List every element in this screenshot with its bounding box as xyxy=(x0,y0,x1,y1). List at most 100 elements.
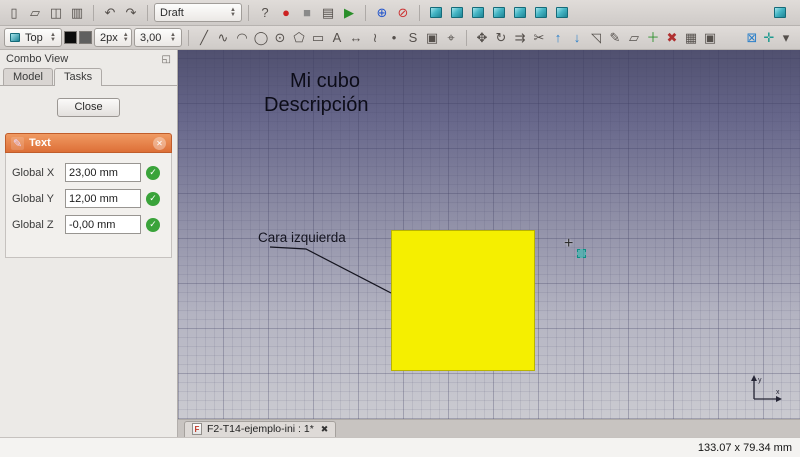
draft-upgrade-icon[interactable]: ↑ xyxy=(549,28,567,48)
draft-rotate-icon[interactable]: ↻ xyxy=(492,28,510,48)
file-icon-group: ▯▱◫▥ xyxy=(4,3,87,23)
view-isometric-icon[interactable] xyxy=(426,3,446,23)
draft-add-point-icon[interactable]: ＋ xyxy=(644,28,662,48)
zoom-fit-all-icon[interactable]: ⊕ xyxy=(372,3,392,23)
view-left-icon[interactable] xyxy=(552,3,572,23)
draft-trimex-icon[interactable]: ✂ xyxy=(530,28,548,48)
undo-redo-group: ↶↷ xyxy=(100,3,141,23)
view-right-icon[interactable] xyxy=(489,3,509,23)
macro-record-icon[interactable]: ● xyxy=(276,3,296,23)
axis-cross-icon: x y xyxy=(746,373,786,407)
draft-ellipse-icon[interactable]: ⊙ xyxy=(271,28,289,48)
view-front-icon[interactable] xyxy=(447,3,467,23)
global-y-row: Global Y ✓ xyxy=(12,189,165,208)
toolbar-separator xyxy=(147,5,148,21)
draft-draw-group: ╱∿◠◯⊙⬠▭A↔≀•S▣⌖ xyxy=(195,28,460,48)
close-task-button[interactable]: Close xyxy=(57,98,119,117)
spinner-arrows-icon[interactable]: ▲▼ xyxy=(170,33,176,43)
cube-face-object[interactable] xyxy=(391,230,535,371)
draft-label-icon[interactable]: ⌖ xyxy=(442,28,460,48)
3d-viewport[interactable]: Mi cubo Descripción Cara izquierda + x xyxy=(178,50,800,419)
face-color-swatch[interactable] xyxy=(79,31,92,44)
draft-rectangle-icon[interactable]: ▭ xyxy=(309,28,327,48)
view-rear-icon[interactable] xyxy=(510,3,530,23)
text-task-body: Global X ✓ Global Y ✓ Global Z ✓ xyxy=(5,153,172,258)
text-task-header[interactable]: ✎ Text ✕ xyxy=(5,133,172,153)
toolbar-separator xyxy=(188,30,189,46)
draft-point-icon[interactable]: • xyxy=(385,28,403,48)
line-width-selector[interactable]: 2px ▲▼ xyxy=(94,28,132,47)
snap-lock-icon[interactable]: ⊠ xyxy=(744,28,760,48)
text-size-value: 3,00 xyxy=(140,32,161,44)
draft-downgrade-icon[interactable]: ↓ xyxy=(568,28,586,48)
draft-text-task-icon: ✎ xyxy=(11,137,24,150)
working-plane-value: Top xyxy=(25,32,43,44)
snap-endpoint-icon[interactable]: ✛ xyxy=(761,28,777,48)
toolbar-separator xyxy=(466,30,467,46)
text-size-spinner[interactable]: 3,00 ▲▼ xyxy=(134,28,182,47)
draft-arc-icon[interactable]: ◠ xyxy=(233,28,251,48)
task-title: Text xyxy=(29,137,51,149)
draft-move-icon[interactable]: ✥ xyxy=(473,28,491,48)
scene-text-mi-cubo[interactable]: Mi cubo xyxy=(290,70,360,93)
draft-scale-icon[interactable]: ◹ xyxy=(587,28,605,48)
tab-tasks[interactable]: Tasks xyxy=(54,68,102,86)
open-document-icon[interactable]: ▱ xyxy=(25,3,45,23)
macro-icon-group: ?●■▤▶ xyxy=(255,3,359,23)
spinner-arrows-icon[interactable]: ▲▼ xyxy=(123,33,129,43)
dropdown-arrows-icon[interactable]: ▲▼ xyxy=(230,8,236,18)
draft-subelement-icon[interactable]: ▱ xyxy=(625,28,643,48)
macro-stop-icon[interactable]: ■ xyxy=(297,3,317,23)
draft-shapestring-icon[interactable]: S xyxy=(404,28,422,48)
valid-check-icon: ✓ xyxy=(146,166,160,180)
freecad-file-icon: F xyxy=(192,423,202,435)
draft-array-icon[interactable]: ▦ xyxy=(682,28,700,48)
global-x-row: Global X ✓ xyxy=(12,163,165,182)
draft-delete-point-icon[interactable]: ✖ xyxy=(663,28,681,48)
draft-dimension-icon[interactable]: ↔ xyxy=(347,28,365,48)
draft-wire-icon[interactable]: ∿ xyxy=(214,28,232,48)
draft-polygon-icon[interactable]: ⬠ xyxy=(290,28,308,48)
paste-icon[interactable]: ▥ xyxy=(67,3,87,23)
macro-execute-icon[interactable]: ▶ xyxy=(339,3,359,23)
document-tab-bar: F F2-T14-ejemplo-ini : 1* ✖ xyxy=(178,419,800,437)
draw-style-icon[interactable]: ⊘ xyxy=(393,3,413,23)
dropdown-arrows-icon[interactable]: ▲▼ xyxy=(50,33,56,43)
draft-clone-icon[interactable]: ▣ xyxy=(701,28,719,48)
whats-this-icon[interactable]: ? xyxy=(255,3,275,23)
macro-edit-icon[interactable]: ▤ xyxy=(318,3,338,23)
close-document-icon[interactable]: ✖ xyxy=(321,424,329,435)
global-z-input[interactable] xyxy=(65,215,141,234)
undo-icon[interactable]: ↶ xyxy=(100,3,120,23)
workbench-selector-value: Draft xyxy=(160,7,184,19)
workbench-selector[interactable]: Draft ▲▼ xyxy=(154,3,242,22)
redo-icon[interactable]: ↷ xyxy=(121,3,141,23)
float-panel-icon[interactable]: ◱ xyxy=(162,54,171,65)
tab-model[interactable]: Model xyxy=(3,68,53,86)
scene-annotation-cara-izquierda[interactable]: Cara izquierda xyxy=(258,230,346,245)
draft-offset-icon[interactable]: ⇉ xyxy=(511,28,529,48)
global-x-input[interactable] xyxy=(65,163,141,182)
global-z-row: Global Z ✓ xyxy=(12,215,165,234)
view-axonometric-icon[interactable] xyxy=(770,3,790,23)
document-tab[interactable]: F F2-T14-ejemplo-ini : 1* ✖ xyxy=(184,421,336,437)
global-y-input[interactable] xyxy=(65,189,141,208)
new-document-icon[interactable]: ▯ xyxy=(4,3,24,23)
task-collapse-icon[interactable]: ✕ xyxy=(153,137,166,150)
working-plane-selector[interactable]: Top ▲▼ xyxy=(4,28,62,47)
scene-text-descripcion[interactable]: Descripción xyxy=(264,94,368,117)
toolbar-separator xyxy=(248,5,249,21)
draft-facebinder-icon[interactable]: ▣ xyxy=(423,28,441,48)
draft-cursor: + xyxy=(564,236,573,252)
draft-edit-icon[interactable]: ✎ xyxy=(606,28,624,48)
draft-line-icon[interactable]: ╱ xyxy=(195,28,213,48)
grid-dimensions-readout: 133.07 x 79.34 mm xyxy=(698,442,792,454)
view-top-icon[interactable] xyxy=(468,3,488,23)
draft-circle-icon[interactable]: ◯ xyxy=(252,28,270,48)
line-color-swatch[interactable] xyxy=(64,31,77,44)
view-bottom-icon[interactable] xyxy=(531,3,551,23)
draft-text-icon[interactable]: A xyxy=(328,28,346,48)
draft-bspline-icon[interactable]: ≀ xyxy=(366,28,384,48)
snap-dropdown-icon[interactable]: ▾ xyxy=(778,28,794,48)
save-icon[interactable]: ◫ xyxy=(46,3,66,23)
